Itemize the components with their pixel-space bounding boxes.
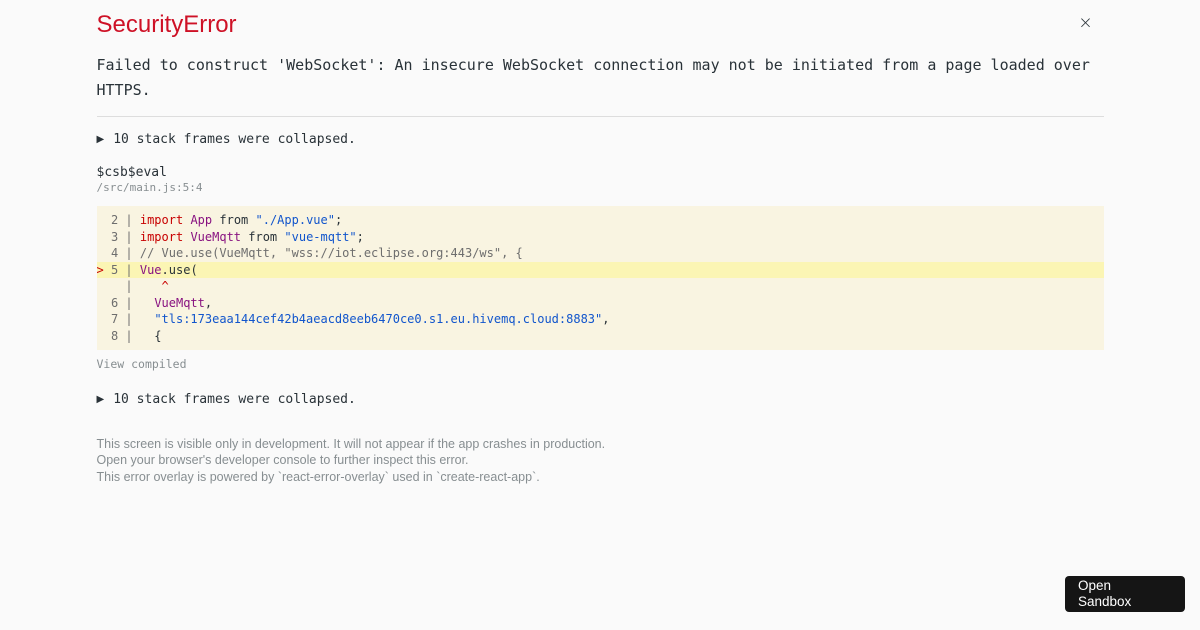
collapse-triangle-icon: ▶ — [96, 134, 105, 145]
error-title: SecurityError — [96, 11, 237, 38]
code-line: 8 | { — [96, 328, 162, 343]
code-line: 4 | // Vue.use(VueMqtt, "wss://iot.eclip… — [96, 246, 523, 260]
footer-line-powered-by: This error overlay is powered by `react-… — [96, 469, 540, 484]
footer-line-console: Open your browser's developer console to… — [96, 453, 469, 468]
collapsed-frames-toggle-bottom[interactable]: ▶ 10 stack frames were collapsed. — [97, 393, 1104, 407]
collapsed-frames-label: 10 stack frames were collapsed. — [113, 392, 356, 407]
code-line: 6 | VueMqtt, — [96, 295, 213, 310]
collapsed-frames-toggle-top[interactable]: ▶ 10 stack frames were collapsed. — [97, 133, 1104, 147]
close-icon[interactable]: × — [1076, 13, 1096, 33]
open-sandbox-label: Open Sandbox — [1078, 578, 1132, 609]
collapse-triangle-icon: ▶ — [96, 394, 105, 405]
collapsed-frames-label: 10 stack frames were collapsed. — [113, 132, 356, 147]
code-line: 7 | "tls:173eaa144cef42b4aeacd8eeb6470ce… — [96, 312, 610, 326]
code-line: | ^ — [96, 279, 169, 293]
error-message: Failed to construct 'WebSocket': An inse… — [96, 56, 1099, 99]
error-overlay: SecurityError × Failed to construct 'Web… — [96, 0, 1104, 485]
divider — [96, 116, 1104, 117]
code-line: 2 | import App from "./App.vue"; — [96, 213, 343, 227]
view-compiled-link[interactable]: View compiled — [97, 358, 187, 370]
footer-line-development: This screen is visible only in developme… — [96, 437, 606, 451]
stack-frame-location: /src/main.js:5:4 — [96, 181, 203, 194]
stack-frame-function: $csb$eval — [96, 165, 167, 180]
header: SecurityError × — [97, 13, 1104, 37]
open-sandbox-button[interactable]: Open Sandbox — [1065, 576, 1185, 612]
code-line: 3 | import VueMqtt from "vue-mqtt"; — [96, 229, 364, 244]
code-frame: 2 | import App from "./App.vue"; 3 | imp… — [96, 206, 1104, 350]
code-line: > 5 | Vue.use( — [96, 261, 1104, 278]
footer-note: This screen is visible only in developme… — [97, 436, 1104, 485]
